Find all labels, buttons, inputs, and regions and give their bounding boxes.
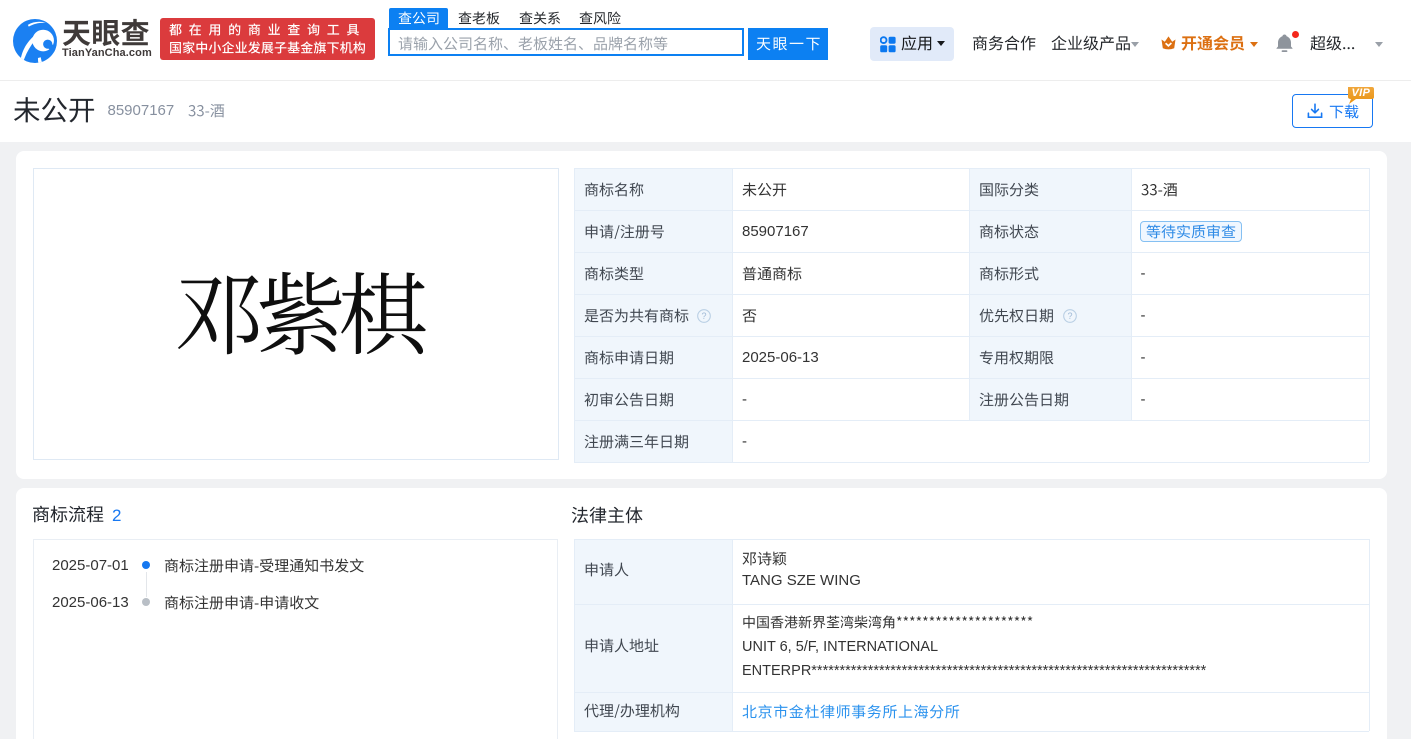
svg-text:?: ? (1067, 311, 1072, 321)
svg-text:?: ? (701, 311, 706, 321)
